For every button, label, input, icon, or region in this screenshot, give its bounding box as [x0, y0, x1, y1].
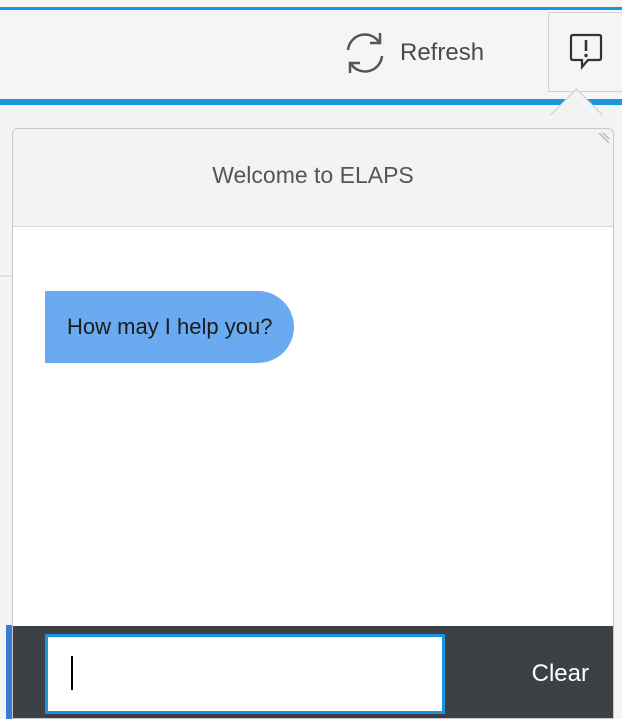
refresh-icon	[346, 33, 384, 73]
toolbar-top-border	[0, 7, 622, 10]
resize-grip-icon[interactable]	[595, 131, 611, 147]
toolbar-bottom-border	[0, 99, 622, 105]
refresh-button[interactable]: Refresh	[340, 28, 484, 78]
background-content	[0, 105, 12, 719]
chat-title: Welcome to ELAPS	[212, 162, 414, 188]
alert-button[interactable]	[548, 12, 622, 92]
clear-button[interactable]: Clear	[532, 634, 589, 714]
background-divider	[0, 275, 12, 277]
top-toolbar: Refresh	[0, 0, 622, 100]
chat-header: Welcome to ELAPS	[13, 129, 613, 227]
chat-panel: Welcome to ELAPS How may I help you? Cle…	[12, 128, 614, 719]
text-caret	[71, 656, 73, 690]
alert-message-icon	[569, 33, 602, 70]
bot-message: How may I help you?	[45, 291, 295, 363]
message-input[interactable]	[45, 634, 445, 714]
app-page: Refresh Welcome to ELAPS How may I help …	[0, 0, 622, 719]
message-list: How may I help you?	[13, 227, 613, 627]
refresh-label: Refresh	[400, 39, 485, 66]
chat-footer: Clear	[13, 626, 613, 718]
